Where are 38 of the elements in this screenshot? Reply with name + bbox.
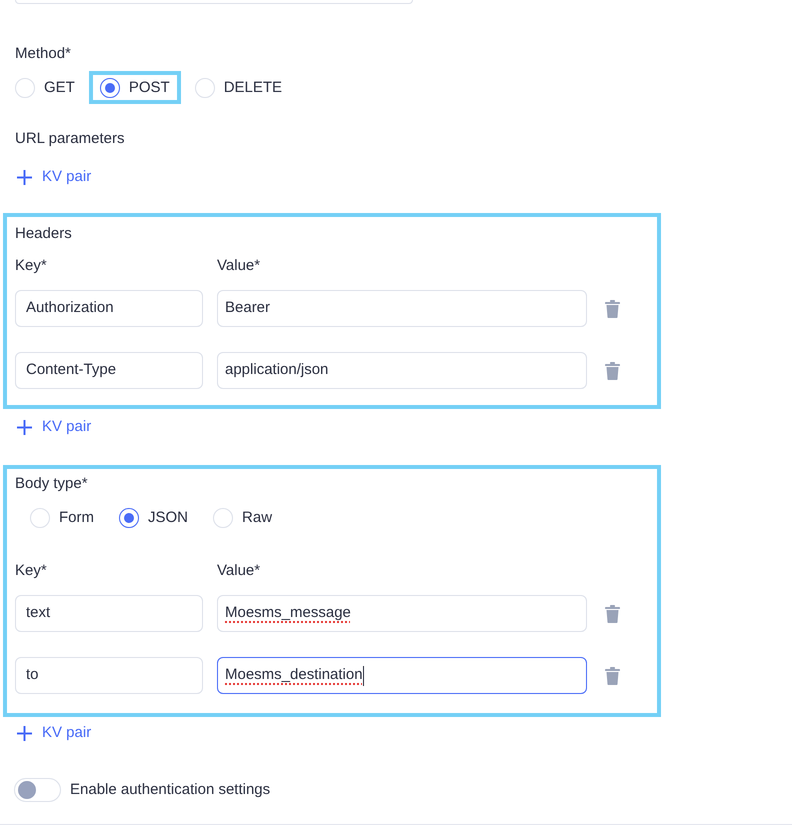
trash-icon[interactable] (605, 362, 620, 380)
radio-label[interactable]: GET (44, 78, 75, 98)
value-field[interactable]: Bearer (217, 290, 587, 327)
radio-button[interactable] (100, 78, 120, 98)
headers-title: Headers (15, 224, 72, 244)
method-label: Method* (15, 44, 71, 64)
key-field[interactable]: Authorization (15, 290, 203, 327)
key-column-label: Key* (15, 257, 47, 274)
radio-label[interactable]: Raw (242, 508, 272, 528)
key-field[interactable]: Content-Type (15, 352, 203, 389)
text-cursor (362, 666, 364, 686)
add-kv-pair-button[interactable]: KV pair (17, 167, 92, 187)
toggle-label: Enable authentication settings (70, 780, 270, 800)
radio-label[interactable]: POST (128, 78, 170, 98)
value-field[interactable]: Moesms_message (217, 595, 587, 632)
plus-icon (17, 420, 32, 434)
plus-icon (17, 170, 32, 184)
trash-icon[interactable] (605, 666, 620, 684)
value-field[interactable]: Moesms_destination (217, 657, 587, 694)
radio-label[interactable]: JSON (148, 508, 188, 528)
add-kv-pair-button[interactable]: KV pair (17, 417, 92, 437)
key-field[interactable]: to (15, 657, 203, 694)
add-kv-pair-button[interactable]: KV pair (17, 723, 92, 743)
trash-icon[interactable] (605, 300, 620, 318)
key-column-label: Key* (15, 562, 47, 579)
radio-label[interactable]: Form (59, 508, 94, 528)
trash-icon[interactable] (605, 604, 620, 622)
value-column-label: Value* (217, 561, 260, 581)
url-parameters-label: URL parameters (15, 129, 124, 149)
input-field[interactable] (15, 0, 413, 4)
value-field[interactable]: application/json (217, 352, 587, 389)
body-type-label: Body type* (15, 474, 88, 494)
radio-label[interactable]: DELETE (224, 78, 282, 98)
key-field[interactable]: text (15, 595, 203, 632)
value-column-label: Value* (217, 256, 260, 276)
plus-icon (17, 726, 32, 740)
radio-button[interactable] (119, 508, 139, 528)
toggle-switch[interactable] (14, 778, 61, 802)
